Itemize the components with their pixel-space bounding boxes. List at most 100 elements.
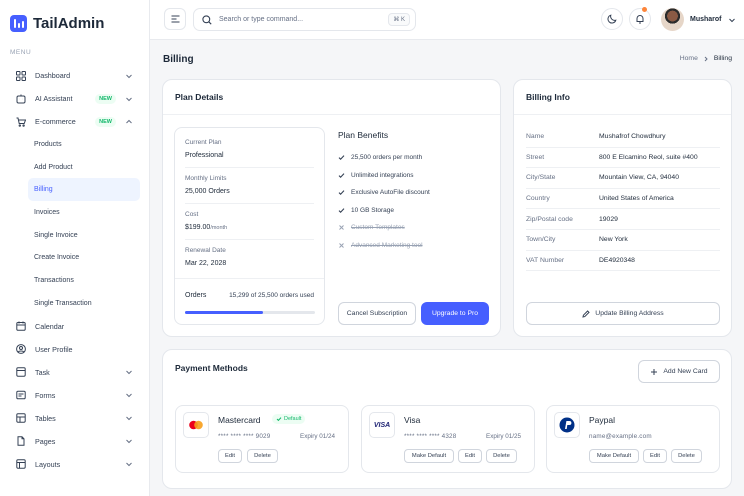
edit-button[interactable]: Edit xyxy=(218,449,242,463)
make-default-button[interactable]: Make Default xyxy=(404,449,454,463)
chevron-right-icon xyxy=(704,56,708,61)
sidebar-subitem-create-invoice[interactable]: Create Invoice xyxy=(0,246,149,269)
search-input[interactable]: Search or type command... ⌘ K xyxy=(193,8,416,31)
billing-info-row: Town/City New York xyxy=(526,230,720,251)
breadcrumb: Home Billing xyxy=(680,55,732,62)
upgrade-button[interactable]: Upgrade to Pro xyxy=(421,302,489,325)
card-number: **** **** **** 4328 xyxy=(404,433,457,440)
billing-info-row: Country United States of America xyxy=(526,189,720,210)
cost-value-wrap: $199.00/month xyxy=(185,224,227,231)
moon-icon xyxy=(607,14,617,24)
update-billing-address-button[interactable]: Update Billing Address xyxy=(526,302,720,325)
billing-info-value: Mountain View, CA, 94040 xyxy=(599,174,679,182)
mastercard-logo xyxy=(183,412,209,438)
delete-button[interactable]: Delete xyxy=(671,449,702,463)
sidebar-item-label: Dashboard xyxy=(35,71,71,80)
sidebar-item-forms[interactable]: Forms xyxy=(0,384,149,407)
benefit-item: 10 GB Storage xyxy=(338,207,394,214)
cost-period: /month xyxy=(210,225,228,231)
sidebar-subitem-add-product[interactable]: Add Product xyxy=(0,156,149,179)
sidebar-item-label: Pages xyxy=(35,436,56,446)
sidebar-subitem-invoices[interactable]: Invoices xyxy=(0,201,149,224)
brand-logo[interactable]: TailAdmin xyxy=(10,15,104,32)
edit-button[interactable]: Edit xyxy=(643,449,667,463)
notification-dot xyxy=(642,7,647,12)
billing-info-key: City/State xyxy=(526,174,556,182)
edit-button[interactable]: Edit xyxy=(458,449,482,463)
user-menu[interactable]: Musharof xyxy=(661,8,736,31)
breadcrumb-home[interactable]: Home xyxy=(680,55,698,62)
benefit-text: Unlimited integrations xyxy=(351,171,414,179)
user-icon xyxy=(16,344,26,354)
grid-icon xyxy=(16,70,26,81)
sidebar-subitem-single-invoice[interactable]: Single Invoice xyxy=(0,224,149,247)
sidebar-item-label: Layouts xyxy=(35,459,61,469)
sidebar-item-user-profile[interactable]: User Profile xyxy=(0,338,149,361)
forms-icon xyxy=(16,390,26,400)
card-name: Visa xyxy=(404,415,421,425)
benefit-item: Advanced Marketing tool xyxy=(338,242,423,249)
sidebar-item-task[interactable]: Task xyxy=(0,361,149,384)
notifications-button[interactable] xyxy=(629,7,651,30)
renewal-date-label: Renewal Date xyxy=(185,247,226,254)
sidebar-subitem-single-transaction[interactable]: Single Transaction xyxy=(0,292,149,315)
sidebar-item-layouts[interactable]: Layouts xyxy=(0,453,149,476)
search-icon xyxy=(202,14,212,25)
delete-button[interactable]: Delete xyxy=(247,449,278,463)
payment-card-paypal: Paypal name@example.com Make Default Edi… xyxy=(546,405,720,473)
benefit-text: Advanced Marketing tool xyxy=(351,241,423,249)
benefit-item: Unlimited integrations xyxy=(338,172,414,179)
cancel-subscription-button[interactable]: Cancel Subscription xyxy=(338,302,416,325)
cart-icon xyxy=(16,117,26,127)
make-default-button[interactable]: Make Default xyxy=(589,449,639,463)
add-new-card-button[interactable]: Add New Card xyxy=(638,360,720,383)
sidebar-item-label: Task xyxy=(35,367,50,377)
layouts-icon xyxy=(16,459,26,469)
sidebar-item-calendar[interactable]: Calendar xyxy=(0,315,149,338)
orders-label: Orders xyxy=(185,292,207,299)
billing-info-row: Name Mushafrof Chowdhury xyxy=(526,127,720,148)
payment-methods-card: Payment Methods Add New Card Mastercard … xyxy=(162,349,732,489)
sidebar-subitem-billing[interactable]: Billing xyxy=(28,178,140,202)
sidebar-item-tables[interactable]: Tables xyxy=(0,407,149,430)
avatar xyxy=(661,8,684,31)
sidebar-item-ai-assistant[interactable]: AI Assistant NEW xyxy=(0,87,149,110)
plan-details-title: Plan Details xyxy=(163,80,500,115)
sidebar-item-e-commerce[interactable]: E-commerce NEW xyxy=(0,110,149,133)
dark-mode-toggle-button[interactable] xyxy=(601,8,623,30)
billing-info-key: VAT Number xyxy=(526,256,565,264)
billing-info-card: Billing Info Name Mushafrof Chowdhury Stre… xyxy=(513,79,732,337)
ai-icon xyxy=(16,94,26,104)
orders-progress-bar xyxy=(185,311,315,314)
billing-info-value: New York xyxy=(599,236,628,244)
chevron-down-icon xyxy=(126,462,132,467)
delete-button[interactable]: Delete xyxy=(486,449,517,463)
sidebar-subitem-products[interactable]: Products xyxy=(0,133,149,156)
sidebar-subitem-transactions[interactable]: Transactions xyxy=(0,269,149,292)
sidebar-item-dashboard[interactable]: Dashboard xyxy=(0,64,149,87)
payment-card-mastercard: Mastercard Default **** **** **** 9029 E… xyxy=(175,405,349,473)
payment-card-visa: VISA Visa **** **** **** 4328 Expiry 01/… xyxy=(361,405,535,473)
update-billing-address-label: Update Billing Address xyxy=(595,310,664,317)
billing-info-row: Street 800 E Elcamino Reol, suite #400 xyxy=(526,148,720,169)
card-number: **** **** **** 9029 xyxy=(218,433,271,440)
close-icon xyxy=(339,225,344,230)
sidebar-item-label: E-commerce xyxy=(35,117,76,126)
menu-icon xyxy=(171,15,179,23)
paypal-logo xyxy=(554,412,580,438)
sidebar-item-label: Calendar xyxy=(35,321,65,331)
benefit-text: 10 GB Storage xyxy=(351,206,394,214)
sidebar-nav: Dashboard AI Assistant NEW E-commerce NE… xyxy=(0,64,149,476)
billing-info-key: Zip/Postal code xyxy=(526,215,573,223)
logo-icon xyxy=(10,15,27,32)
payment-methods-title: Payment Methods xyxy=(175,363,248,373)
add-new-card-label: Add New Card xyxy=(663,368,708,375)
table-icon xyxy=(16,413,26,423)
sidebar-toggle-button[interactable] xyxy=(164,8,186,30)
check-icon xyxy=(338,155,345,160)
chevron-down-icon xyxy=(728,18,735,22)
billing-info-value: United States of America xyxy=(599,195,674,203)
visa-logo: VISA xyxy=(369,412,395,438)
sidebar-item-pages[interactable]: Pages xyxy=(0,430,149,453)
benefit-text: 25,500 orders per month xyxy=(351,154,423,161)
